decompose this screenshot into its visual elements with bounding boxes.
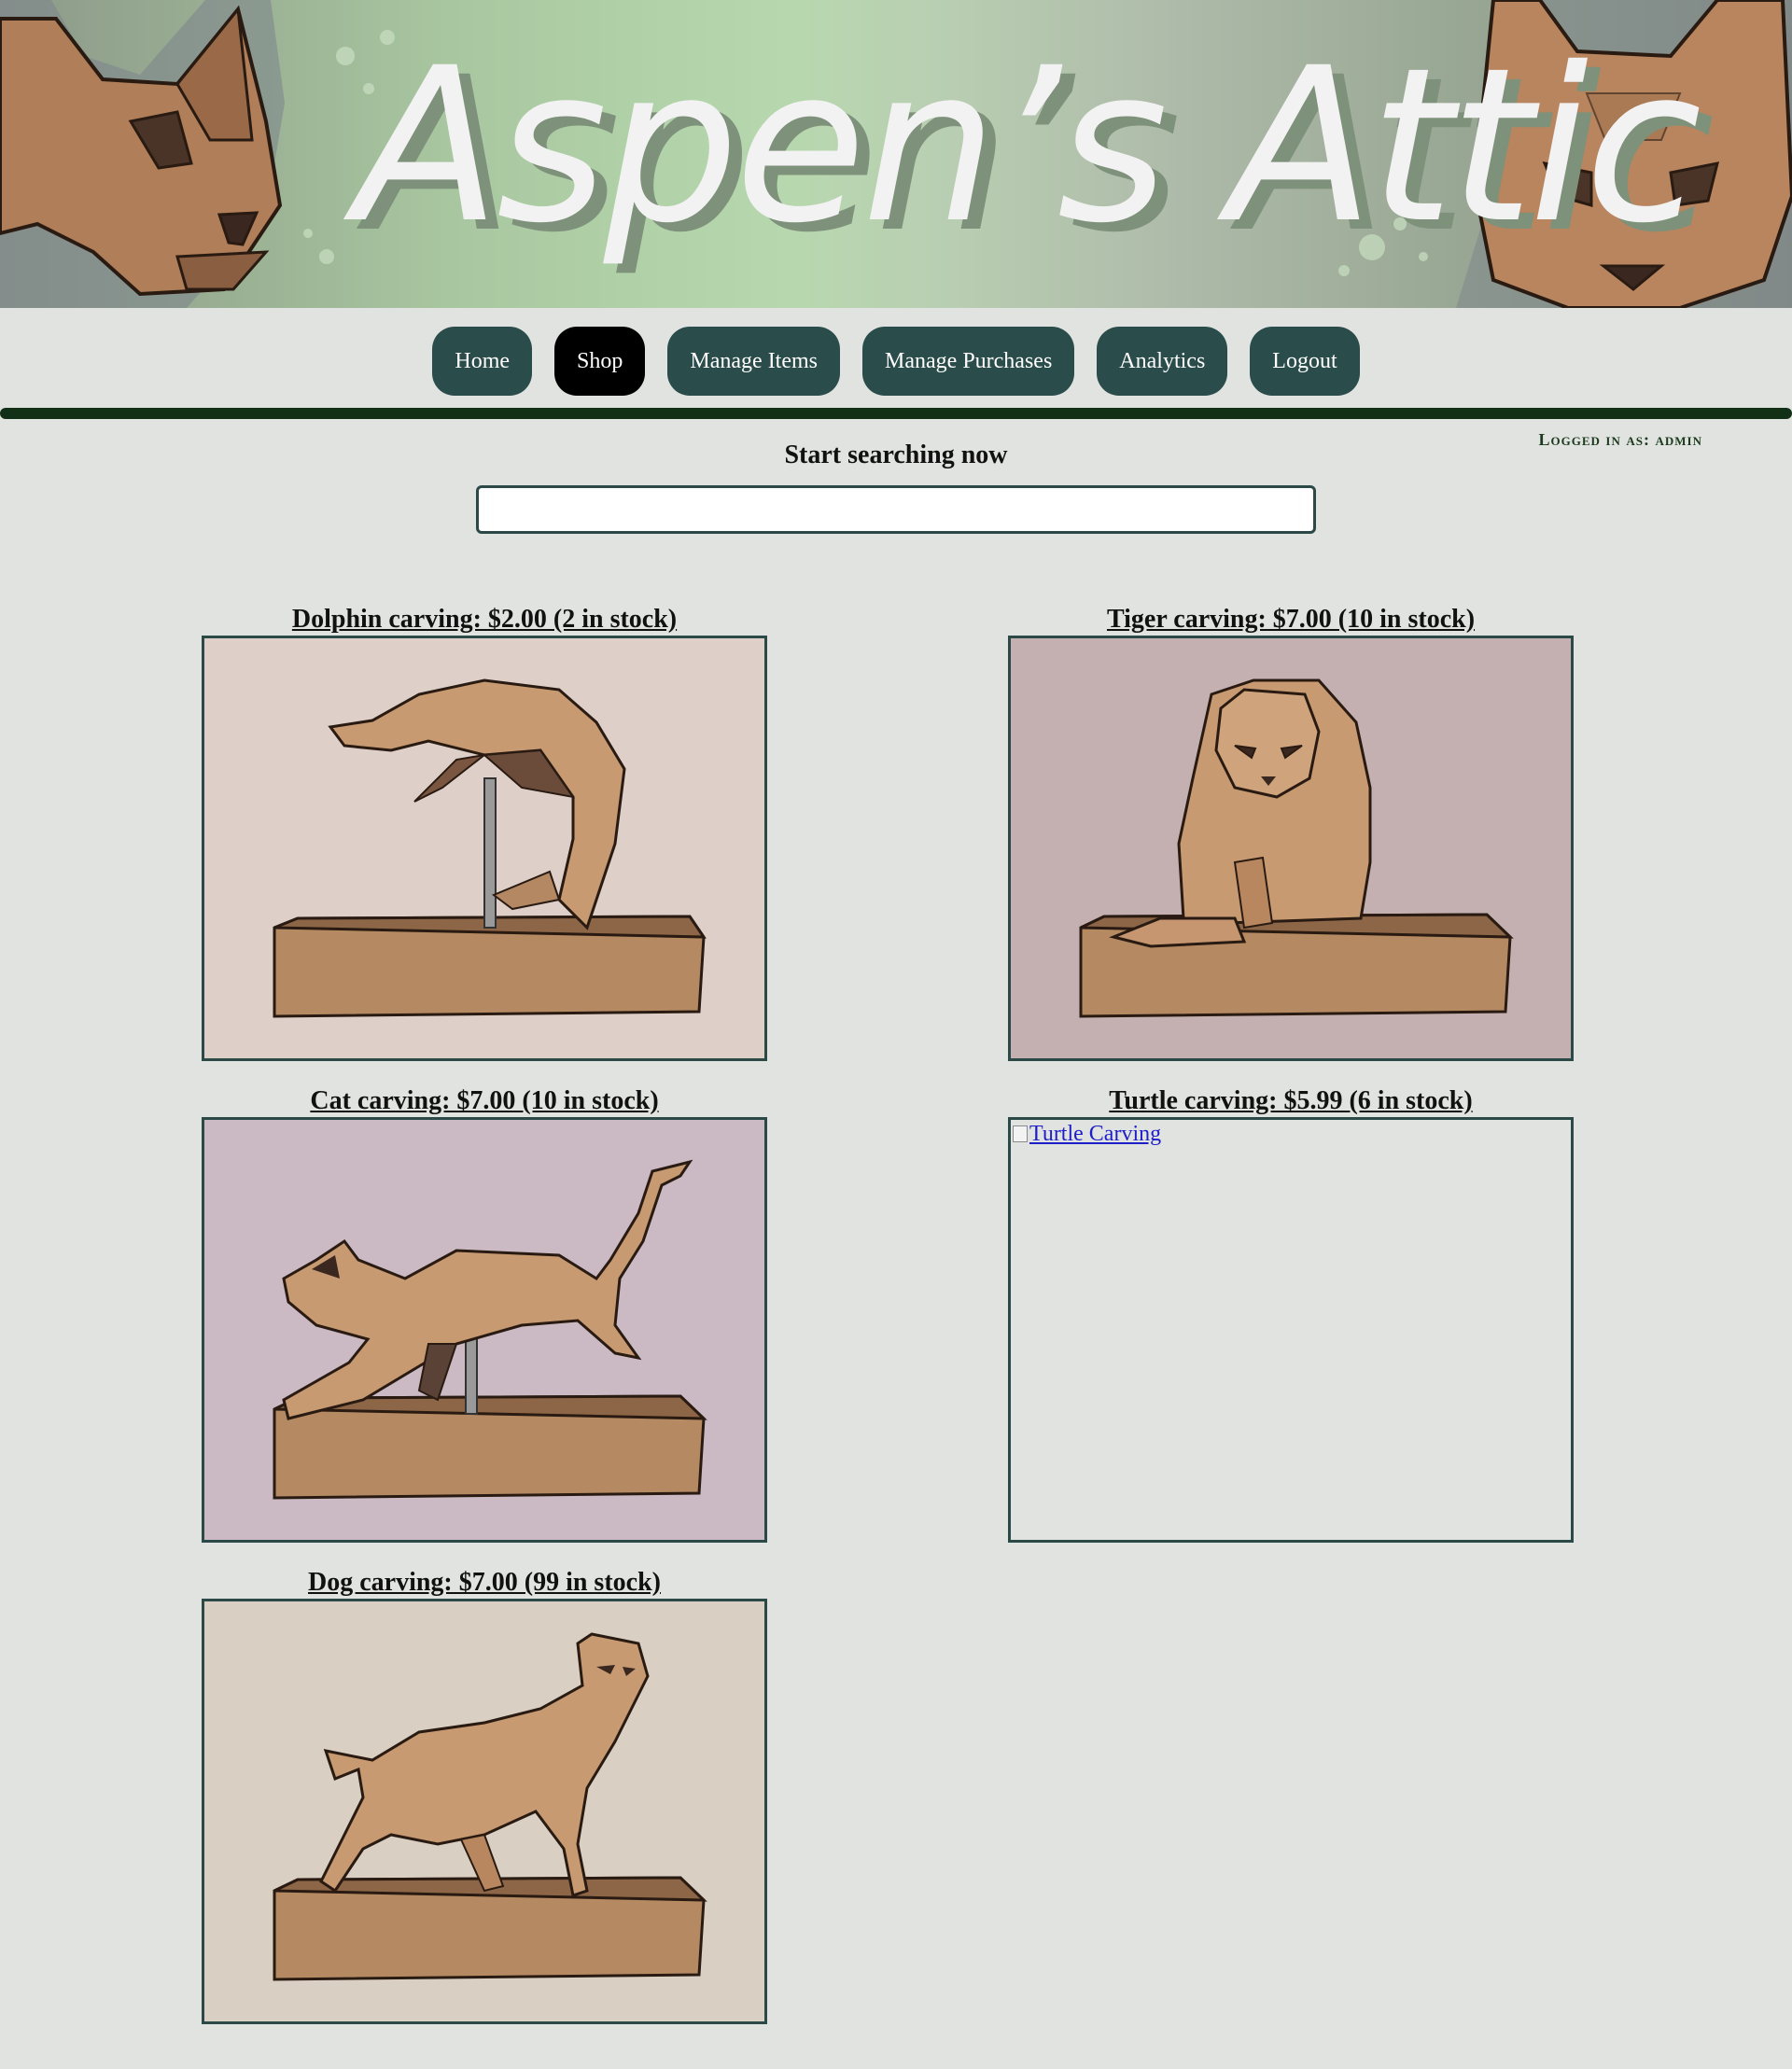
search-input[interactable] bbox=[476, 485, 1316, 534]
product-card-dog: Dog carving: $7.00 (99 in stock) bbox=[202, 1567, 767, 2024]
nav-analytics-button[interactable]: Analytics bbox=[1097, 327, 1228, 396]
product-image-link[interactable]: Turtle Carving bbox=[1008, 1117, 1574, 1543]
product-title-link[interactable]: Cat carving: $7.00 (10 in stock) bbox=[202, 1085, 767, 1117]
search-heading: Start searching now bbox=[784, 440, 1008, 469]
product-title-link[interactable]: Tiger carving: $7.00 (10 in stock) bbox=[1008, 604, 1574, 636]
product-title-link[interactable]: Dog carving: $7.00 (99 in stock) bbox=[202, 1567, 767, 1599]
nav-home-button[interactable]: Home bbox=[432, 327, 533, 396]
nav-manage-items-button[interactable]: Manage Items bbox=[667, 327, 841, 396]
product-card-cat: Cat carving: $7.00 (10 in stock) bbox=[202, 1085, 767, 1543]
product-image-link[interactable] bbox=[202, 1599, 767, 2024]
product-title-link[interactable]: Turtle carving: $5.99 (6 in stock) bbox=[1008, 1085, 1574, 1117]
image-alt-text: Turtle Carving bbox=[1029, 1122, 1162, 1146]
broken-image-icon bbox=[1013, 1125, 1028, 1142]
dog-carving-image bbox=[273, 1632, 707, 1981]
cat-carving-image bbox=[273, 1159, 707, 1500]
tiger-carving-image bbox=[1079, 678, 1514, 1018]
nav-shop-button[interactable]: Shop bbox=[554, 327, 646, 396]
nav-logout-button[interactable]: Logout bbox=[1250, 327, 1360, 396]
site-title: Aspen’s Attic bbox=[355, 21, 1701, 270]
main-nav: Home Shop Manage Items Manage Purchases … bbox=[0, 327, 1792, 396]
product-image-link[interactable] bbox=[202, 1117, 767, 1543]
nav-divider bbox=[0, 408, 1792, 419]
product-image-link[interactable] bbox=[1008, 636, 1574, 1061]
site-banner: Aspen’s Attic bbox=[0, 0, 1792, 308]
product-card-turtle: Turtle carving: $5.99 (6 in stock) Turtl… bbox=[1008, 1085, 1574, 1543]
product-card-dolphin: Dolphin carving: $2.00 (2 in stock) bbox=[202, 604, 767, 1061]
nav-manage-purchases-button[interactable]: Manage Purchases bbox=[862, 327, 1075, 396]
left-cat-head-illustration bbox=[0, 0, 285, 308]
broken-image-link[interactable]: Turtle Carving bbox=[1013, 1122, 1161, 1147]
product-title-link[interactable]: Dolphin carving: $2.00 (2 in stock) bbox=[202, 604, 767, 636]
product-card-tiger: Tiger carving: $7.00 (10 in stock) bbox=[1008, 604, 1574, 1061]
product-image-link[interactable] bbox=[202, 636, 767, 1061]
dolphin-carving-image bbox=[273, 678, 707, 1018]
